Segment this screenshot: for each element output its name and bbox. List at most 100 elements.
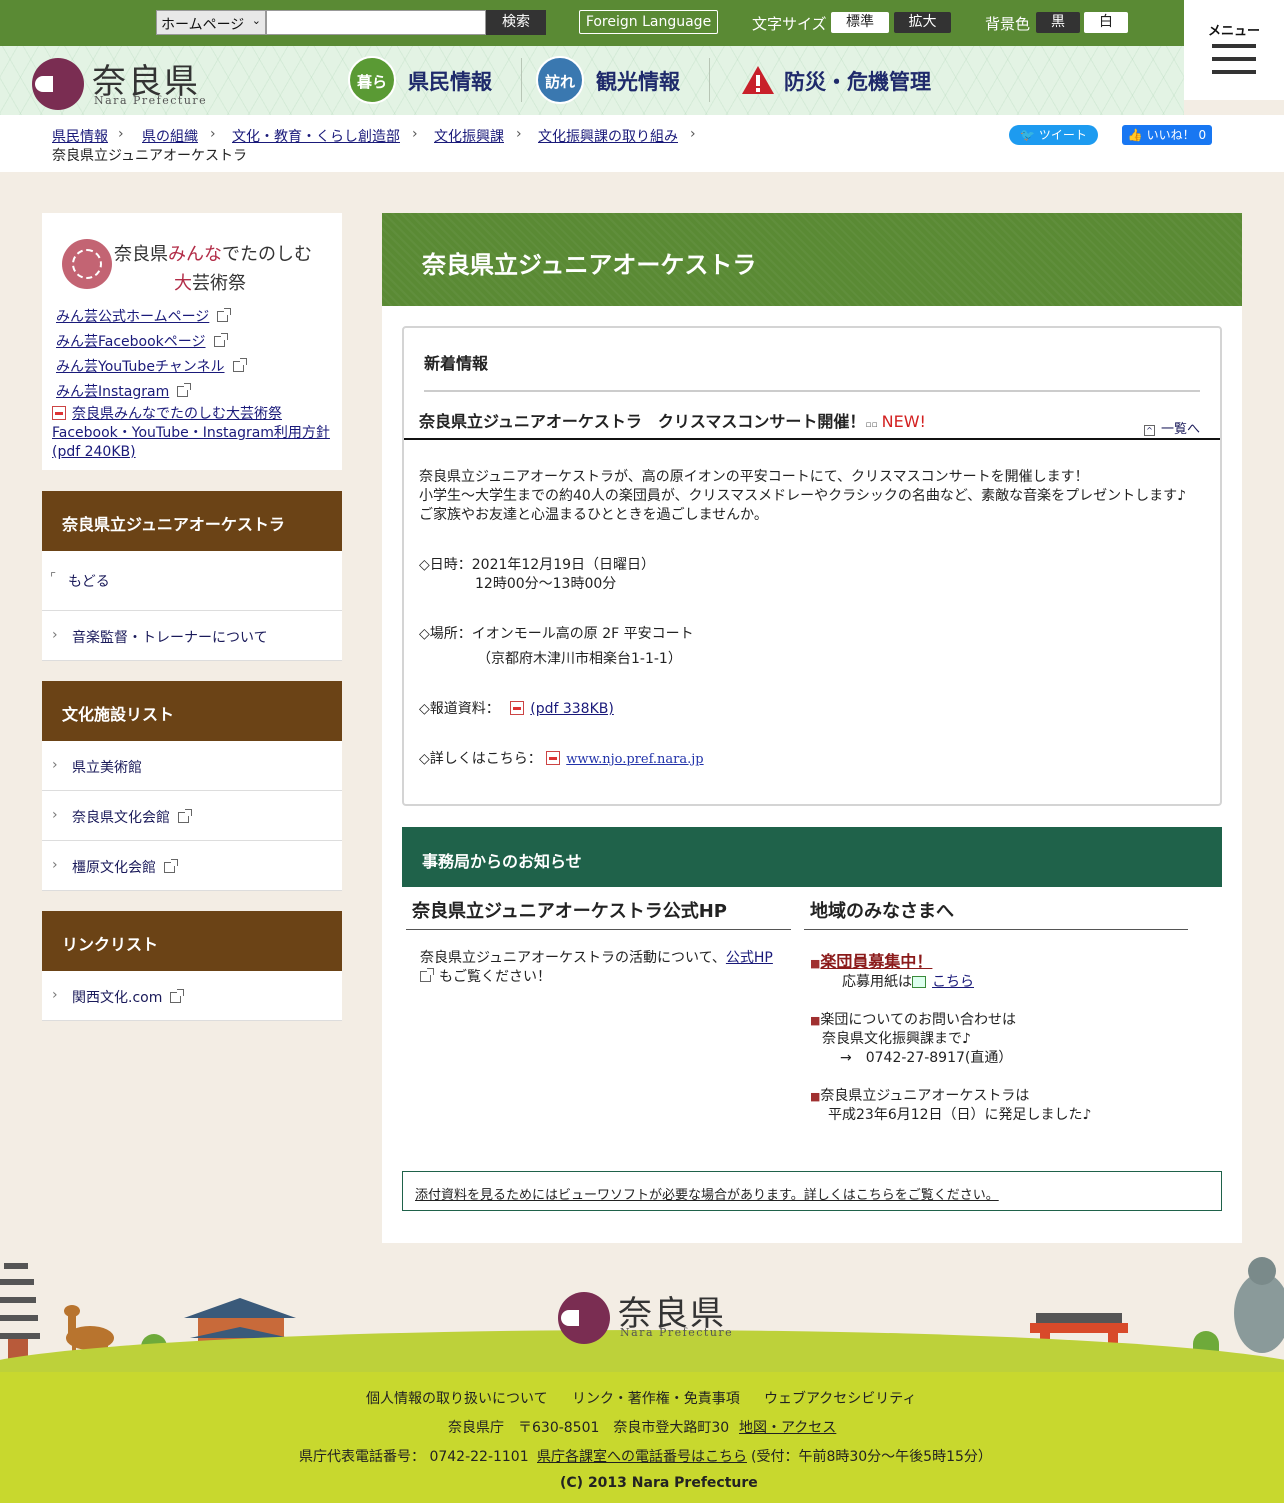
recruit-link[interactable]: 楽団員募集中！ <box>820 952 932 971</box>
search-scope-value: ホームページ <box>161 17 245 33</box>
event-place: ◇場所：イオンモール高の原 2F 平安コート <box>419 626 694 642</box>
page-title-band: 奈良県立ジュニアオーケストラ <box>382 213 1242 306</box>
search-button[interactable]: 検索 <box>486 10 546 35</box>
logo-sub: Nara Prefecture <box>620 1326 734 1339</box>
minge-link-facebook[interactable]: みん芸Facebookページ <box>56 331 228 351</box>
text: 奈良県立ジュニアオーケストラの活動について、 <box>420 950 726 966</box>
link-text[interactable]: みん芸YouTubeチャンネル <box>56 359 225 375</box>
external-link-icon <box>232 358 247 372</box>
link-text[interactable]: みん芸公式ホームページ <box>56 309 209 325</box>
pdf-icon <box>546 751 561 765</box>
logo-sub: Nara Prefecture <box>94 94 208 107</box>
link-text[interactable]: みん芸Facebookページ <box>56 334 206 350</box>
breadcrumb-link[interactable]: 県民情報 <box>52 126 108 146</box>
nav-bousai[interactable]: 防災・危機管理 <box>740 54 940 106</box>
link-text[interactable]: Facebook・YouTube・Instagram利用方針 <box>52 425 330 441</box>
brand-text-accent: 大 <box>174 273 192 294</box>
sidebar-item-museum[interactable]: › 県立美術館 <box>42 741 342 791</box>
label-text: 奈良県文化会館 <box>72 810 170 826</box>
like-button[interactable]: 👍 いいね！ 0 <box>1122 125 1212 145</box>
sidebar-item-nara-bunka[interactable]: › 奈良県文化会館 <box>42 791 342 841</box>
bullet-icon: ■ <box>810 1014 821 1027</box>
link-text[interactable]: 奈良県みんなでたのしむ大芸術祭 <box>72 406 282 422</box>
kurasu-icon: 暮らす <box>348 56 396 139</box>
search-scope-select[interactable]: ホームページ ⌄ <box>156 10 266 35</box>
brand-text: でたのしむ <box>222 244 312 265</box>
footer-link-privacy[interactable]: 個人情報の取り扱いについて <box>366 1388 548 1408</box>
sidebar-item-kashihara[interactable]: › 橿原文化会館 <box>42 841 342 891</box>
breadcrumb-link[interactable]: 県の組織 <box>142 126 198 146</box>
minge-link-youtube[interactable]: みん芸YouTubeチャンネル <box>56 356 247 376</box>
minge-pdf-link[interactable]: 奈良県みんなでたのしむ大芸術祭 Facebook・YouTube・Instagr… <box>52 404 330 462</box>
event-address: （京都府木津川市相楽台1-1-1） <box>477 651 682 667</box>
breadcrumb-link[interactable]: 文化・教育・くらし創造部 <box>232 126 400 146</box>
bg-white-button[interactable]: 白 <box>1084 12 1128 33</box>
menu-label: メニュー <box>1207 24 1260 39</box>
chevron-right-icon: › <box>412 126 418 142</box>
minge-link-home[interactable]: みん芸公式ホームページ <box>56 306 232 326</box>
thumbs-up-icon: 👍 <box>1127 128 1143 142</box>
community-heading: 地域のみなさまへ <box>804 897 1188 930</box>
more-label: 一覧へ <box>1161 422 1201 437</box>
sidebar-item-music-director[interactable]: › 音楽監督・トレーナーについて <box>42 611 342 661</box>
pdf-icon <box>52 406 66 420</box>
news-list-link[interactable]: ^ 一覧へ <box>1144 418 1200 437</box>
footer-logo: 奈良県 Nara Prefecture <box>558 1290 738 1346</box>
form-link[interactable]: こちら <box>932 974 974 990</box>
news-paragraph: 奈良県立ジュニアオーケストラが、高の原イオンの平安コートにて、クリスマスコンサー… <box>419 469 1089 485</box>
footer-phone-directory-link[interactable]: 県庁各課室への電話番号はこちら <box>537 1446 747 1466</box>
footer-map-link[interactable]: 地図・アクセス <box>739 1417 836 1437</box>
press-pdf-link[interactable]: (pdf 338KB) <box>530 701 614 717</box>
hamburger-icon-bar <box>1212 70 1256 74</box>
sidebar-item-back[interactable]: ⌜ もどる <box>42 551 342 611</box>
logo-mark-notch <box>35 76 53 92</box>
sidebar-item-kansai-bunka[interactable]: › 関西文化.com <box>42 971 342 1021</box>
site-logo[interactable]: 奈良県 Nara Prefecture <box>32 56 212 112</box>
footer-link-copyright[interactable]: リンク・著作権・免責事項 <box>572 1388 740 1408</box>
search-input[interactable] <box>266 10 486 35</box>
nav-label: 県民情報 <box>408 70 492 94</box>
foreign-language-button[interactable]: Foreign Language <box>579 10 718 34</box>
link-text[interactable]: (pdf 240KB) <box>52 444 136 460</box>
footer-copyright: (C) 2013 Nara Prefecture <box>560 1475 758 1491</box>
text: もご覧ください！ <box>439 969 551 985</box>
footer-link-accessibility[interactable]: ウェブアクセシビリティ <box>764 1388 916 1408</box>
hamburger-icon <box>1212 44 1256 48</box>
breadcrumb-link[interactable]: 文化振興課 <box>434 126 504 146</box>
chevron-down-icon: ⌄ <box>251 14 261 27</box>
sidebar-item-label: もどる <box>68 574 110 590</box>
viewer-note-link[interactable]: 添付資料を見るためにはビューワソフトが必要な場合があります。詳しくはこちらをご覧… <box>415 1188 999 1203</box>
official-site-link[interactable]: www.njo.pref.nara.jp <box>566 752 703 767</box>
text: 応募用紙は <box>842 974 912 990</box>
label-text: 橿原文化会館 <box>72 860 156 876</box>
font-standard-button[interactable]: 標準 <box>831 12 889 33</box>
official-hp-link[interactable]: 公式HP <box>726 950 773 966</box>
nav-kenmin[interactable]: 暮らす 県民情報 <box>348 54 508 139</box>
recruit-line: ■楽団員募集中！ <box>810 948 932 972</box>
external-link-icon <box>164 859 178 873</box>
news-paragraph: 小学生～大学生までの約40人の楽団員が、クリスマスメドレーやクラシックの名曲など… <box>419 488 1187 504</box>
font-large-button[interactable]: 拡大 <box>894 12 951 33</box>
chevron-right-icon: › <box>210 126 216 142</box>
bg-black-button[interactable]: 黒 <box>1036 12 1080 33</box>
tweet-label: ツイート <box>1038 128 1087 142</box>
breadcrumb-link[interactable]: 文化振興課の取り組み <box>538 126 678 146</box>
chevron-right-icon: › <box>52 807 58 823</box>
divider <box>404 438 1220 440</box>
bullet-icon: ■ <box>810 1090 821 1103</box>
link-text[interactable]: みん芸Instagram <box>56 384 169 400</box>
chevron-right-icon: › <box>516 126 522 142</box>
brand-text-accent: みんな <box>168 244 222 265</box>
chevron-right-icon: › <box>52 757 58 773</box>
sidebar-heading-orchestra: 奈良県立ジュニアオーケストラ <box>42 491 342 551</box>
footer-phone: 県庁代表電話番号： 0742-22-1101 <box>299 1449 529 1465</box>
external-link-icon <box>177 383 192 397</box>
like-label: いいね！ 0 <box>1146 128 1207 142</box>
tweet-button[interactable]: 🐦 ツイート <box>1009 125 1098 145</box>
logo-mark-notch <box>561 1310 579 1326</box>
nav-kanko[interactable]: 訪れる 観光情報 <box>536 54 696 139</box>
back-icon: ⌜ <box>50 571 57 586</box>
nav-label: 観光情報 <box>596 70 680 94</box>
minge-link-instagram[interactable]: みん芸Instagram <box>56 381 192 401</box>
menu-button[interactable]: メニュー <box>1184 0 1284 100</box>
